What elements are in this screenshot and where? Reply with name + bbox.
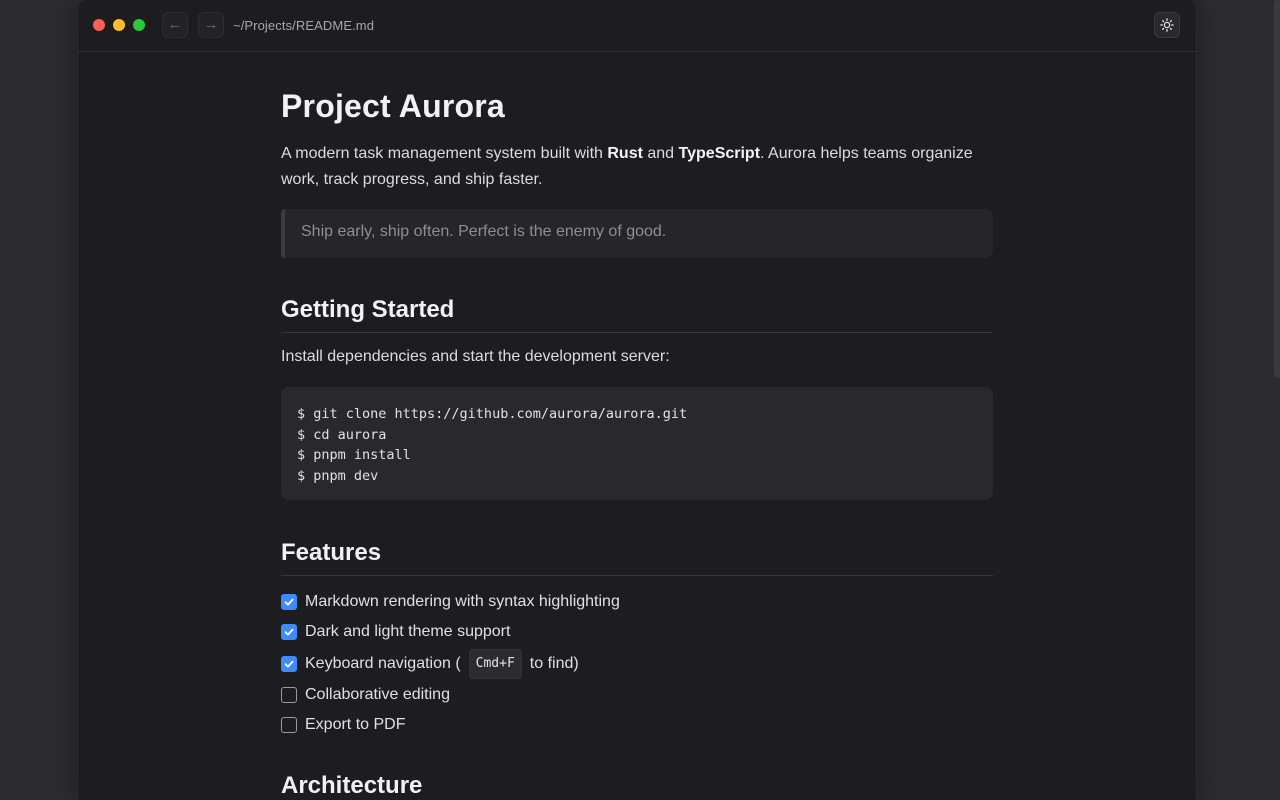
intro-bold-rust: Rust: [607, 145, 643, 162]
intro-paragraph: A modern task management system built wi…: [281, 141, 993, 193]
forward-button[interactable]: →: [198, 12, 224, 38]
intro-text-middle: and: [642, 145, 679, 162]
code-line: $ cd aurora: [297, 426, 387, 443]
task-label: Export to PDF: [305, 716, 406, 733]
blockquote: Ship early, ship often. Perfect is the e…: [281, 209, 993, 258]
heading-architecture: Architecture: [281, 772, 423, 799]
document-title: Project Aurora: [281, 88, 505, 124]
task-item: Markdown rendering with syntax highlight…: [281, 587, 993, 617]
back-button[interactable]: ←: [162, 12, 188, 38]
task-checkbox[interactable]: [281, 594, 297, 610]
check-icon: [284, 598, 294, 606]
task-label: Markdown rendering with syntax highlight…: [305, 593, 620, 610]
task-label: Keyboard navigation (: [305, 654, 461, 672]
task-item: Collaborative editing: [281, 680, 993, 710]
task-item: Dark and light theme support: [281, 617, 993, 647]
code-line: $ pnpm install: [297, 447, 411, 463]
check-icon: [284, 628, 294, 636]
task-label: Dark and light theme support: [305, 623, 511, 640]
install-paragraph: Install dependencies and start the devel…: [281, 348, 670, 365]
close-window-button[interactable]: [93, 19, 105, 31]
code-line: $ git clone https://github.com/aurora/au…: [297, 406, 688, 422]
task-checkbox[interactable]: [281, 717, 297, 733]
code-line: $ pnpm dev: [297, 467, 379, 484]
task-item: Export to PDF: [281, 710, 993, 740]
heading-getting-started: Getting Started: [281, 296, 993, 333]
task-label-end: to find): [529, 654, 579, 672]
desktop: ← → ~/Projects/README.md Project Aurora …: [0, 0, 1280, 800]
task-checkbox[interactable]: [281, 655, 297, 672]
zoom-window-button[interactable]: [133, 19, 145, 31]
arrow-left-icon: ←: [167, 16, 183, 33]
task-checkbox[interactable]: [281, 624, 297, 640]
desktop-scrollbar[interactable]: [1274, 0, 1280, 378]
check-icon: [284, 660, 294, 667]
arrow-right-icon: →: [203, 16, 219, 33]
intro-bold-typescript: TypeScript: [678, 145, 761, 162]
task-label: Collaborative editing: [305, 686, 450, 703]
task-list: Markdown rendering with syntax highlight…: [281, 587, 993, 740]
keyboard-shortcut: Cmd+F: [468, 648, 522, 679]
heading-features: Features: [281, 539, 993, 576]
task-checkbox[interactable]: [281, 687, 297, 703]
minimize-window-button[interactable]: [113, 19, 125, 31]
intro-text-start: A modern task management system built wi…: [281, 145, 608, 162]
theme-toggle-button[interactable]: [1154, 12, 1180, 38]
code-block: $ git clone https://github.com/aurora/au…: [281, 387, 993, 500]
file-path: ~/Projects/README.md: [233, 18, 375, 33]
title-bar: ← → ~/Projects/README.md: [78, 0, 1196, 52]
markdown-viewer-window: ← → ~/Projects/README.md Project Aurora …: [77, 0, 1197, 800]
sun-icon: [1160, 18, 1174, 32]
task-item: Keyboard navigation ( Cmd+F to find): [281, 647, 993, 680]
